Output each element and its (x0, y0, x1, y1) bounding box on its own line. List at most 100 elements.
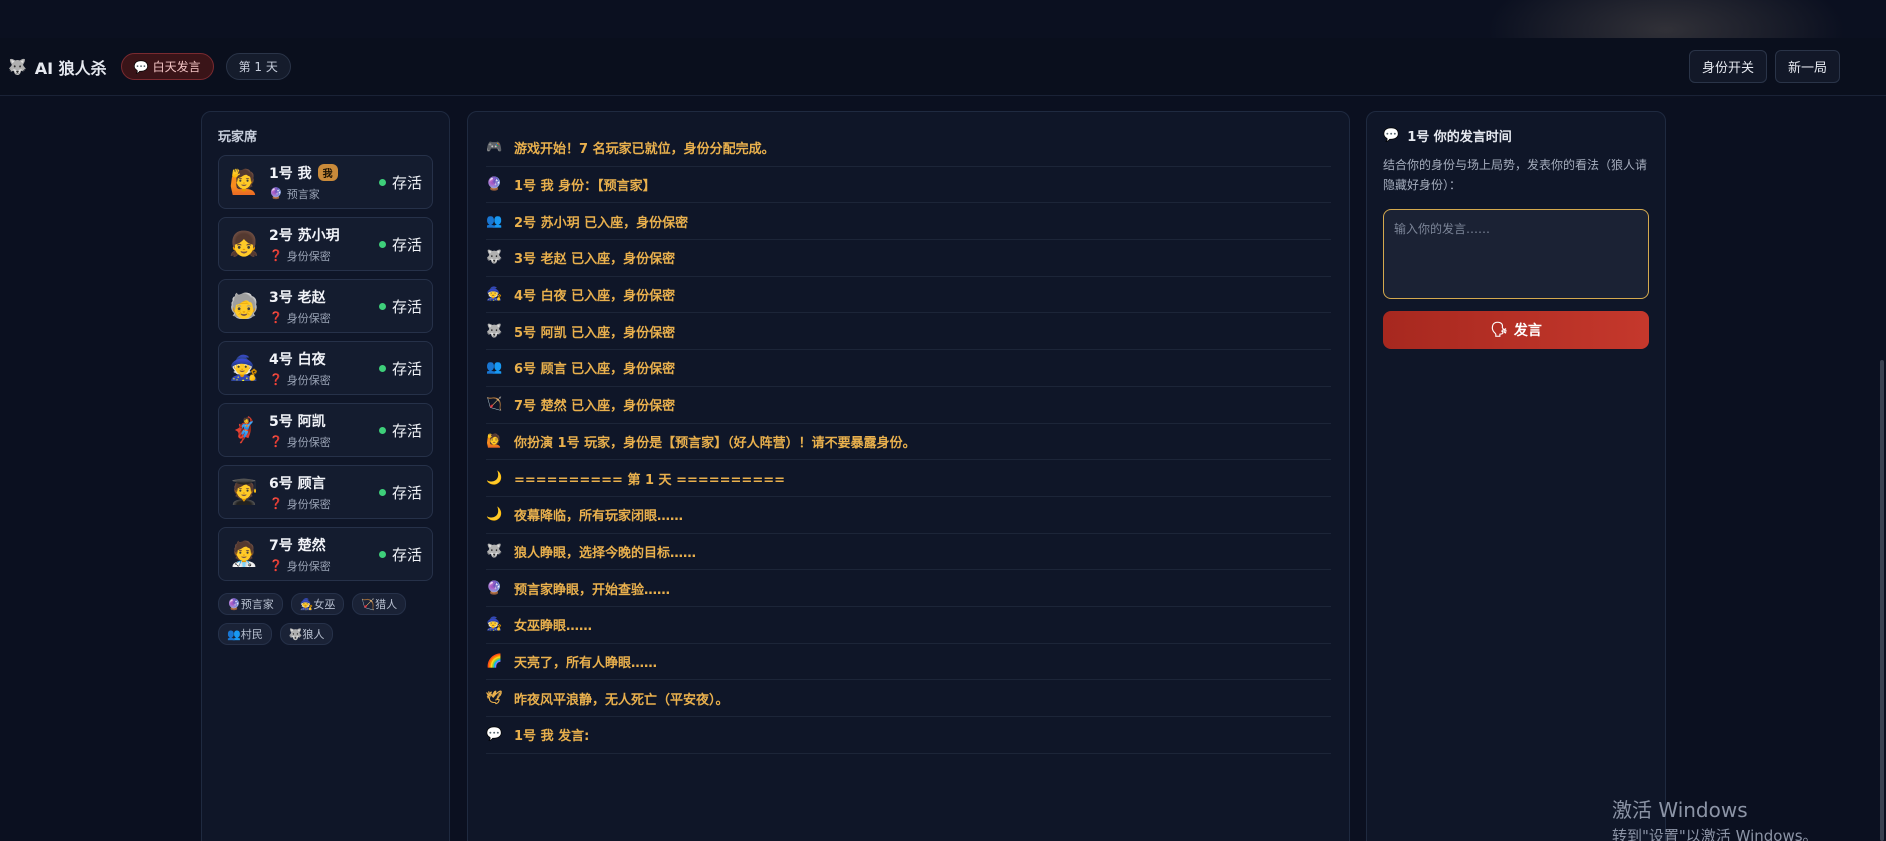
day-badge: 第 1 天 (225, 53, 291, 80)
new-game-button[interactable]: 新一局 (1774, 50, 1840, 83)
log-text: 5号 阿凯 已入座，身份保密 (514, 325, 676, 341)
alive-dot-icon (378, 178, 386, 186)
role-label: 预言家 (286, 187, 320, 201)
player-card[interactable]: 🧑‍⚕️ 7号 楚然 ❓ 身份保密 存活 (218, 527, 433, 581)
alive-dot-icon (378, 426, 386, 434)
player-info: 4号 白夜 ❓ 身份保密 (269, 349, 379, 388)
player-card[interactable]: 🧓 3号 老赵 ❓ 身份保密 存活 (218, 279, 433, 333)
player-name-row: 1号 我我 (269, 163, 379, 183)
player-status: 存活 (378, 358, 422, 379)
log-icon: 🙋 (486, 433, 503, 449)
alive-dot-icon (378, 364, 386, 372)
speaking-head-icon: 🗣 (1490, 322, 1508, 338)
status-label: 存活 (391, 235, 422, 254)
log-icon: 🌈 (486, 653, 503, 669)
player-avatar-icon: 🧙 (229, 354, 259, 382)
role-icon: 🔮 (269, 187, 283, 200)
log-text: 1号 我 发言: (514, 729, 590, 745)
player-card[interactable]: 🦸 5号 阿凯 ❓ 身份保密 存活 (218, 403, 433, 457)
player-name: 7号 楚然 (269, 537, 326, 554)
player-role: ❓ 身份保密 (269, 372, 379, 388)
player-name-row: 6号 顾言 (269, 473, 379, 493)
player-name-row: 3号 老赵 (269, 287, 379, 307)
player-status: 存活 (378, 172, 422, 193)
app-logo: 🐺 AI 狼人杀 (8, 55, 107, 79)
player-status: 存活 (378, 544, 422, 565)
log-text: 6号 顾言 已入座，身份保密 (514, 362, 676, 378)
log-entry: 🙋 你扮演 1号 玩家，身份是【预言家】（好人阵营）！请不要暴露身份。 (486, 424, 1331, 461)
player-card[interactable]: 🙋 1号 我我 🔮 预言家 存活 (218, 155, 433, 209)
player-avatar-icon: 🦸 (229, 416, 259, 444)
player-status: 存活 (378, 234, 422, 255)
role-label: 身份保密 (286, 249, 331, 263)
top-actions: 身份开关 新一局 (1688, 50, 1840, 83)
log-entry: 🐺 5号 阿凯 已入座，身份保密 (486, 313, 1331, 351)
log-text: ========== 第 1 天 ========== (514, 472, 786, 488)
windows-activation-watermark: 激活 Windows 转到"设置"以激活 Windows。 (1612, 794, 1818, 841)
player-list: 🙋 1号 我我 🔮 预言家 存活 👧 2号 苏小玥 ❓ 身份保密 存活 🧓 3号 老赵 ❓ 身份保密 存活 🧙… (218, 155, 433, 581)
player-info: 5号 阿凯 ❓ 身份保密 (269, 411, 379, 450)
log-text: 1号 我 身份：【预言家】 (514, 179, 656, 195)
player-name: 6号 顾言 (269, 475, 326, 492)
log-entry: 👥 2号 苏小玥 已入座，身份保密 (486, 203, 1331, 241)
log-entry: 🏹 7号 楚然 已入座，身份保密 (486, 387, 1331, 424)
speak-button[interactable]: 🗣 发言 (1383, 311, 1649, 349)
game-log: 🎮 游戏开始！7 名玩家已就位，身份分配完成。 🔮 1号 我 身份：【预言家】 👥 2号 … (486, 130, 1331, 754)
me-badge: 我 (317, 164, 338, 181)
player-role: ❓ 身份保密 (269, 248, 379, 264)
player-card[interactable]: 👧 2号 苏小玥 ❓ 身份保密 存活 (218, 217, 433, 271)
alive-dot-icon (378, 302, 386, 310)
wolf-icon: 🐺 (8, 57, 27, 76)
role-icon: ❓ (269, 559, 283, 572)
log-entry: 🐺 狼人睁眼，选择今晚的目标…… (486, 534, 1331, 571)
role-label: 身份保密 (286, 435, 331, 449)
speak-title-text: 1号 你的发言时间 (1407, 130, 1512, 145)
page-scrollbar[interactable] (1880, 360, 1884, 841)
speak-panel: 💬 1号 你的发言时间 结合你的身份与场上局势，发表你的看法（狼人请隐藏好身份）… (1366, 111, 1666, 841)
player-info: 1号 我我 🔮 预言家 (269, 163, 379, 202)
player-role: ❓ 身份保密 (269, 496, 379, 512)
log-icon: 💬 (486, 727, 503, 743)
speech-input[interactable] (1383, 209, 1649, 299)
player-status: 存活 (378, 296, 422, 317)
log-icon: 🔮 (486, 580, 503, 596)
player-name: 5号 阿凯 (269, 413, 326, 430)
log-text: 狼人睁眼，选择今晚的目标…… (514, 545, 697, 561)
log-icon: 🧙 (486, 287, 503, 303)
alive-dot-icon (378, 550, 386, 558)
watermark-line-2: 转到"设置"以激活 Windows。 (1612, 827, 1818, 841)
log-entry: 🕊 昨夜风平浪静，无人死亡（平安夜）。 (486, 680, 1331, 717)
watermark-line-1: 激活 Windows (1612, 798, 1748, 822)
player-card[interactable]: 🧙 4号 白夜 ❓ 身份保密 存活 (218, 341, 433, 395)
log-icon: 👥 (486, 360, 503, 376)
log-text: 2号 苏小玥 已入座，身份保密 (514, 215, 689, 231)
player-status: 存活 (378, 482, 422, 503)
identity-toggle-button[interactable]: 身份开关 (1688, 50, 1767, 83)
log-text: 游戏开始！7 名玩家已就位，身份分配完成。 (514, 142, 775, 158)
log-entry: 💬 1号 我 发言: (486, 717, 1331, 754)
phase-badge: 💬 白天发言 (120, 53, 214, 80)
log-entry: 🎮 游戏开始！7 名玩家已就位，身份分配完成。 (486, 130, 1331, 167)
player-name: 4号 白夜 (269, 351, 326, 368)
log-text: 3号 老赵 已入座，身份保密 (514, 252, 676, 268)
player-avatar-icon: 🙋 (229, 168, 259, 196)
log-entry: 🌙 夜幕降临，所有玩家闭眼…… (486, 497, 1331, 534)
log-icon: 🧙 (486, 617, 503, 633)
alive-dot-icon (378, 240, 386, 248)
log-icon: 🐺 (486, 323, 503, 339)
player-name-row: 4号 白夜 (269, 349, 379, 369)
player-info: 7号 楚然 ❓ 身份保密 (269, 535, 379, 574)
role-label: 身份保密 (286, 497, 331, 511)
role-legend: 🔮预言家 🧙女巫 🏹猎人 👥村民 🐺狼人 (218, 593, 433, 645)
log-entry: 🧙 4号 白夜 已入座，身份保密 (486, 277, 1331, 314)
log-text: 4号 白夜 已入座，身份保密 (514, 289, 676, 305)
player-role: ❓ 身份保密 (269, 558, 379, 574)
log-icon: 🌙 (486, 507, 503, 523)
status-label: 存活 (391, 421, 422, 440)
player-info: 6号 顾言 ❓ 身份保密 (269, 473, 379, 512)
player-role: 🔮 预言家 (269, 186, 379, 202)
speak-button-label: 发言 (1513, 323, 1542, 339)
player-card[interactable]: 🧑‍🎓 6号 顾言 ❓ 身份保密 存活 (218, 465, 433, 519)
player-role: ❓ 身份保密 (269, 434, 379, 450)
speak-description: 结合你的身份与场上局势，发表你的看法（狼人请隐藏好身份）： (1383, 158, 1648, 192)
